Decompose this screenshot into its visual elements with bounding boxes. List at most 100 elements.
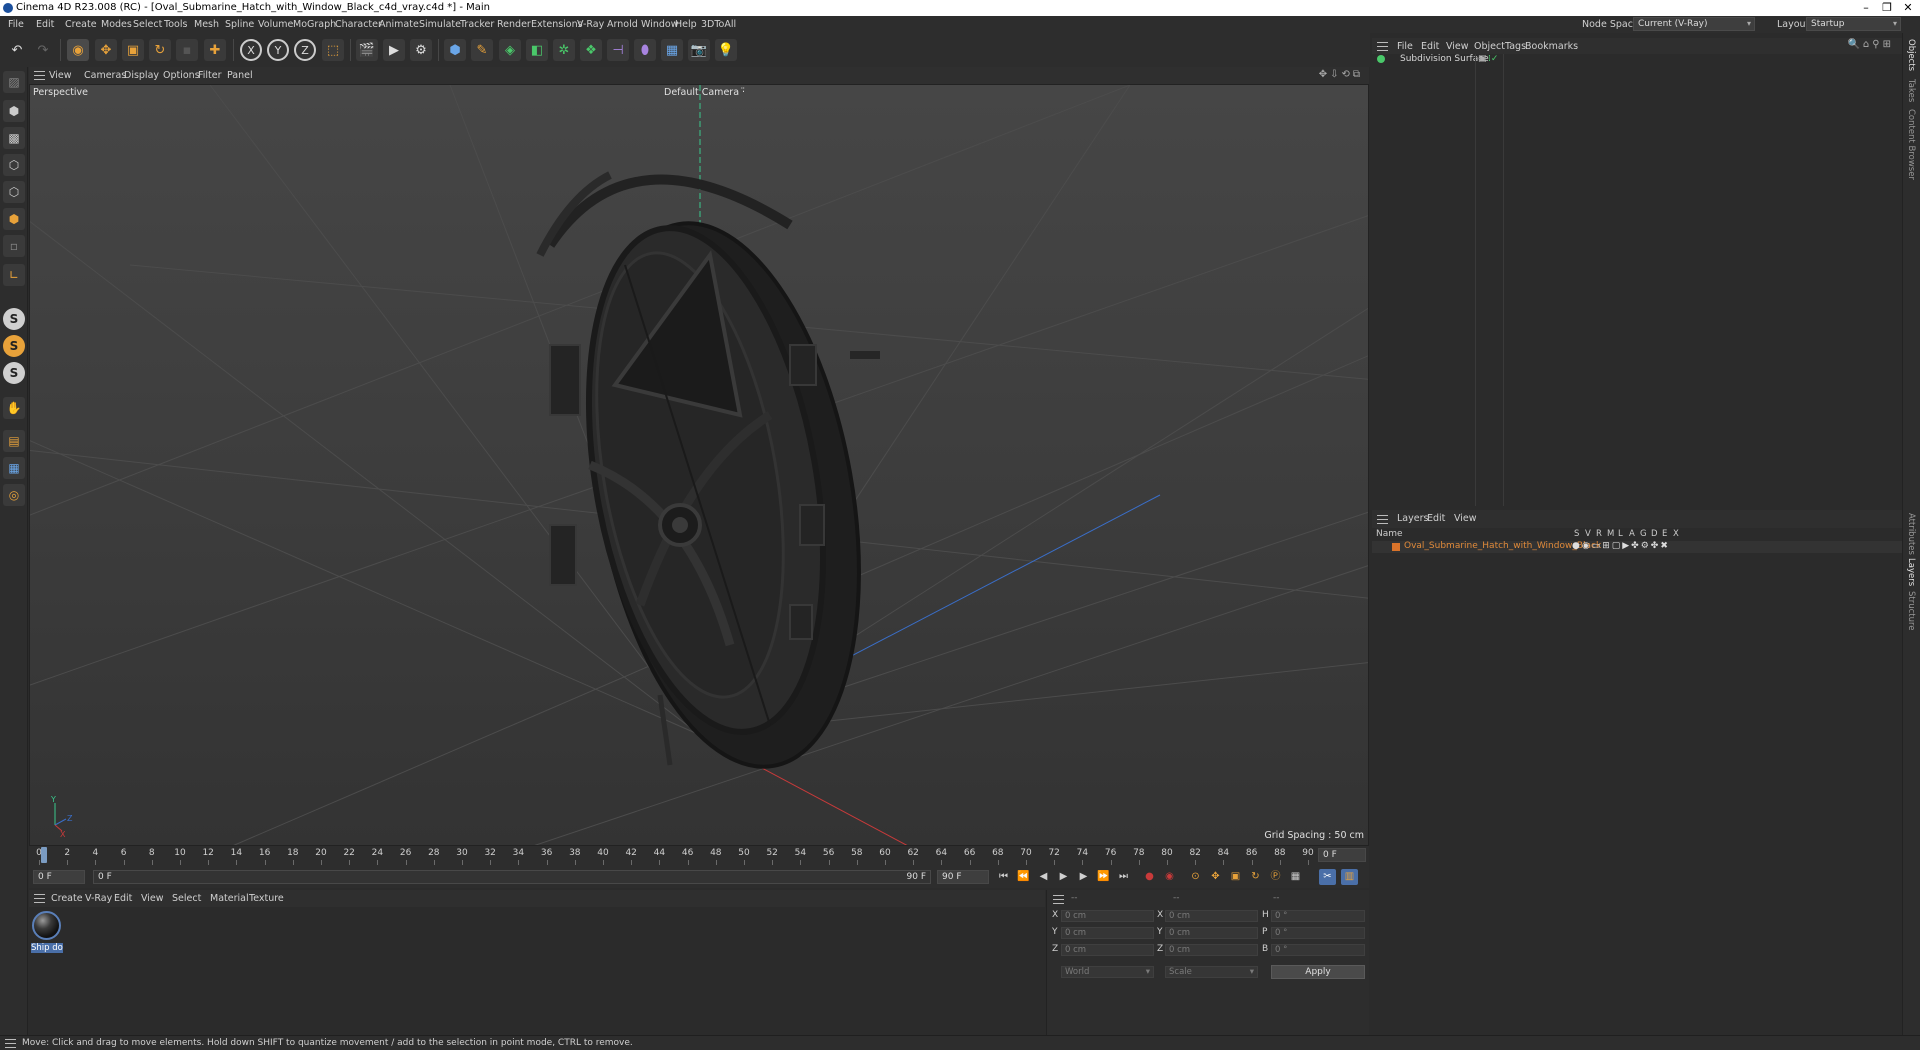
- playhead[interactable]: [41, 847, 47, 863]
- cloner-icon[interactable]: ✲: [553, 39, 575, 61]
- material-menu-v-ray[interactable]: V-Ray: [85, 893, 112, 904]
- make-editable-icon[interactable]: ▨: [3, 71, 25, 93]
- size-mode-dropdown[interactable]: Scale ▾: [1165, 966, 1258, 978]
- menu-create[interactable]: Create: [65, 19, 97, 30]
- material-menu-view[interactable]: View: [141, 893, 164, 904]
- motion-path-icon[interactable]: ✂: [1319, 869, 1336, 885]
- current-frame-field[interactable]: 0 F: [1318, 848, 1366, 862]
- key-param-icon[interactable]: Ⓟ: [1267, 869, 1284, 885]
- render-region-icon[interactable]: 🎬: [356, 39, 378, 61]
- select-tool-icon[interactable]: ◉: [67, 39, 89, 61]
- position-field[interactable]: 0 cm: [1061, 927, 1154, 939]
- layer-row[interactable]: Oval_Submarine_Hatch_with_Window_Black ●…: [1372, 541, 1902, 553]
- viewport-menu-display[interactable]: Display: [124, 70, 159, 81]
- move-tool-icon[interactable]: ✥: [95, 39, 117, 61]
- y-axis-lock-icon[interactable]: Y: [267, 39, 289, 61]
- menu-animate[interactable]: Animate: [379, 19, 419, 30]
- start-frame-field[interactable]: 0 F: [33, 870, 85, 884]
- material-menu-edit[interactable]: Edit: [114, 893, 132, 904]
- point-mode-icon[interactable]: ⬡: [3, 154, 25, 176]
- menu-render[interactable]: Render: [497, 19, 531, 30]
- hamburger-icon[interactable]: [1377, 515, 1388, 524]
- size-field[interactable]: 0 cm: [1165, 927, 1258, 939]
- record-icon[interactable]: ●: [1141, 869, 1158, 885]
- menu-mograph[interactable]: MoGraph: [293, 19, 336, 30]
- viewport-menu-options[interactable]: Options: [163, 70, 200, 81]
- menu-select[interactable]: Select: [133, 19, 162, 30]
- end-frame-field[interactable]: 90 F: [937, 870, 989, 884]
- light-icon[interactable]: 💡: [715, 39, 737, 61]
- extrude-icon[interactable]: ◧: [526, 39, 548, 61]
- menu-mesh[interactable]: Mesh: [194, 19, 219, 30]
- tab-objects[interactable]: Objects: [1906, 39, 1916, 71]
- hamburger-icon[interactable]: [1053, 895, 1064, 904]
- tab-content-browser[interactable]: Content Browser: [1906, 109, 1916, 180]
- layer-menu-layers[interactable]: Layers: [1397, 513, 1428, 524]
- rotation-field[interactable]: 0 °: [1271, 910, 1365, 922]
- size-field[interactable]: 0 cm: [1165, 944, 1258, 956]
- material-menu-material[interactable]: Material: [210, 893, 249, 904]
- hamburger-icon[interactable]: [34, 894, 45, 903]
- polygon-mode-icon[interactable]: ⬢: [3, 208, 25, 230]
- hamburger-icon[interactable]: [34, 71, 45, 80]
- key-position-icon[interactable]: ✥: [1207, 869, 1224, 885]
- tweak-icon[interactable]: ✋: [3, 397, 25, 419]
- object-menu-edit[interactable]: Edit: [1421, 41, 1439, 52]
- range-slider[interactable]: 0 F 90 F: [93, 870, 931, 884]
- layout-dropdown[interactable]: Startup ▾: [1806, 17, 1901, 31]
- object-menu-tags[interactable]: Tags: [1505, 41, 1526, 52]
- position-field[interactable]: 0 cm: [1061, 910, 1154, 922]
- redo-icon[interactable]: ↷: [32, 39, 54, 61]
- subdivision-icon[interactable]: ◈: [499, 39, 521, 61]
- menu-file[interactable]: File: [8, 19, 24, 30]
- tab-takes[interactable]: Takes: [1906, 79, 1916, 102]
- z-axis-lock-icon[interactable]: Z: [294, 39, 316, 61]
- snap-settings-icon[interactable]: S: [3, 335, 25, 357]
- cube-icon[interactable]: ⬢: [444, 39, 466, 61]
- close-icon[interactable]: ✕: [1901, 1, 1915, 15]
- tab-attributes[interactable]: Attributes: [1906, 513, 1916, 555]
- scale-tool-icon[interactable]: ▣: [122, 39, 144, 61]
- size-field[interactable]: 0 cm: [1165, 910, 1258, 922]
- tab-structure[interactable]: Structure: [1906, 591, 1916, 631]
- object-manager-tools-icons[interactable]: 🔍⌂⚲⊞: [1847, 39, 1894, 50]
- field-icon[interactable]: ⬮: [634, 39, 656, 61]
- apply-button[interactable]: Apply: [1271, 965, 1365, 979]
- menu-window[interactable]: Window: [641, 19, 678, 30]
- node-space-dropdown[interactable]: Current (V-Ray) ▾: [1633, 17, 1755, 31]
- hamburger-icon[interactable]: [5, 1039, 16, 1048]
- timeline-ruler[interactable]: 0 2 4 6 8 10 12 14 16 18 20 22 24 26 28 30 32 34 36 38 40 42 4…: [29, 846, 1369, 866]
- restore-icon[interactable]: ❐: [1880, 1, 1894, 15]
- render-settings-icon[interactable]: ⚙: [410, 39, 432, 61]
- layer-color-swatch[interactable]: [1392, 543, 1400, 551]
- object-row[interactable]: Subdivision Surface ▣ ⁞✓: [1372, 54, 1902, 66]
- object-menu-bookmarks[interactable]: Bookmarks: [1525, 41, 1578, 52]
- layer-menu-edit[interactable]: Edit: [1427, 513, 1445, 524]
- quantize-icon[interactable]: S: [3, 362, 25, 384]
- key-pla-icon[interactable]: ▦: [1287, 869, 1304, 885]
- object-menu-view[interactable]: View: [1446, 41, 1469, 52]
- material-name[interactable]: Ship doo: [31, 943, 63, 953]
- undo-icon[interactable]: ↶: [6, 39, 28, 61]
- menu-3dtoall[interactable]: 3DToAll: [701, 19, 736, 30]
- workplane-icon[interactable]: ▤: [3, 430, 25, 452]
- camera-icon[interactable]: 📷: [688, 39, 710, 61]
- menu-tracker[interactable]: Tracker: [460, 19, 494, 30]
- enabled-check-icon[interactable]: ⁞✓: [1488, 54, 1498, 64]
- edge-mode-icon[interactable]: ⬡: [3, 181, 25, 203]
- material-menu-texture[interactable]: Texture: [249, 893, 284, 904]
- submarine-hatch-model[interactable]: [536, 171, 898, 788]
- play-icon[interactable]: ▶: [1055, 869, 1072, 885]
- solo-icon[interactable]: ◎: [3, 484, 25, 506]
- prev-key-icon[interactable]: ⏪: [1015, 869, 1032, 885]
- 3d-viewport[interactable]: Y Z X Perspective Default Camera ·̈ Grid…: [29, 84, 1369, 846]
- material-menu-create[interactable]: Create: [51, 893, 83, 904]
- material-menu-select[interactable]: Select: [172, 893, 201, 904]
- viewport-menu-filter[interactable]: Filter: [198, 70, 222, 81]
- camera-label[interactable]: Default Camera ·̈: [664, 87, 745, 98]
- timeline-window-icon[interactable]: ▥: [1341, 869, 1358, 885]
- menu-arnold[interactable]: Arnold: [607, 19, 638, 30]
- menu-character[interactable]: Character: [335, 19, 382, 30]
- position-field[interactable]: 0 cm: [1061, 944, 1154, 956]
- hamburger-icon[interactable]: [1377, 42, 1388, 51]
